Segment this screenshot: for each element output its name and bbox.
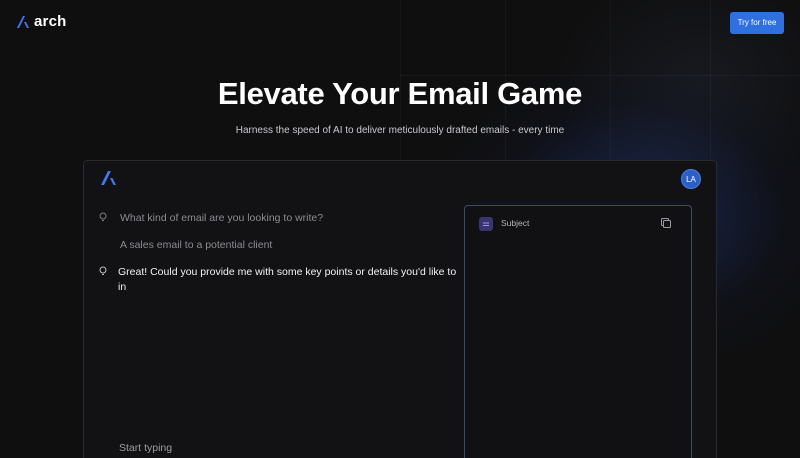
lines-icon: [479, 217, 493, 231]
user-message: A sales email to a potential client: [120, 239, 273, 251]
top-navigation: arch Try for free: [0, 0, 800, 46]
subject-label: Subject: [501, 218, 530, 228]
user-avatar[interactable]: LA: [681, 169, 701, 189]
assistant-message: What kind of email are you looking to wr…: [120, 212, 324, 224]
brand-name: arch: [34, 13, 67, 30]
app-logo: [100, 170, 118, 191]
message-input[interactable]: Start typing: [119, 442, 172, 454]
hero-title: Elevate Your Email Game: [217, 76, 583, 111]
lightbulb-icon: [99, 212, 107, 221]
hero-subtitle: Harness the speed of AI to deliver metic…: [235, 125, 565, 136]
lightbulb-icon: [99, 266, 107, 275]
try-for-free-button[interactable]: Try for free: [730, 12, 784, 34]
arch-logo-icon: [101, 171, 116, 185]
email-writer-app: LA What kind of email are you looking to…: [83, 160, 717, 458]
brand-logo[interactable]: arch: [16, 13, 67, 30]
arch-logo-icon: [17, 15, 29, 28]
email-preview-panel: Subject: [464, 205, 692, 458]
copy-icon[interactable]: [660, 217, 672, 229]
assistant-message: Great! Could you provide me with some ke…: [118, 266, 457, 293]
